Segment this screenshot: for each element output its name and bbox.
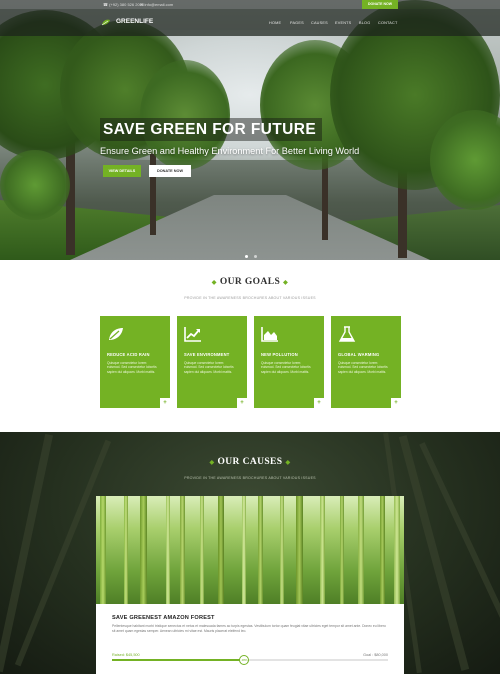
goal-title: REDUCE ACID RAIN xyxy=(107,352,150,357)
donation-progress-fill xyxy=(112,659,245,661)
donate-now-button[interactable]: DONATE NOW xyxy=(149,165,191,177)
slider-dot-1[interactable] xyxy=(245,255,248,258)
goal-card-reduce-acid-rain[interactable]: REDUCE ACID RAIN Quisque consectetur lor… xyxy=(100,316,170,408)
bamboo-stalk xyxy=(296,496,303,604)
goals-title: OUR GOALS xyxy=(219,277,281,287)
raised-amount: Raised: $45,500 xyxy=(112,653,140,657)
goal-text: Quisque consectetur lorem euismod. Sed c… xyxy=(261,361,311,374)
main-navbar: GREENLIFE HOME PAGES CAUSES EVENTS BLOG … xyxy=(0,9,500,36)
our-goals-section: ◆ OUR GOALS ◆ PROVIDE IN THE AWARENESS BRO… xyxy=(0,260,500,432)
donate-now-top-button[interactable]: DONATE NOW xyxy=(362,0,398,9)
goal-title: GLOBAL WARMING xyxy=(338,352,380,357)
bamboo-stalk xyxy=(124,496,128,604)
site-logo[interactable]: GREENLIFE xyxy=(116,18,153,25)
bamboo-stalk xyxy=(380,496,385,604)
bamboo-stalk xyxy=(180,496,185,604)
goal-amount: Goal : $80,000 xyxy=(363,653,388,657)
goal-text: Quisque consectetur lorem euismod. Sed c… xyxy=(338,361,388,374)
goal-card-save-environment[interactable]: SAVE ENVIRONMENT Quisque consectetur lor… xyxy=(177,316,247,408)
goal-title: SAVE ENVIRONMENT xyxy=(184,352,230,357)
slider-dots xyxy=(244,245,258,260)
nav-item-blog[interactable]: BLOG xyxy=(359,21,370,25)
causes-title: OUR CAUSES xyxy=(217,457,283,467)
slider-dot-2[interactable] xyxy=(254,255,258,258)
bamboo-stalk xyxy=(340,496,344,604)
area-chart-icon xyxy=(261,327,278,342)
plus-icon[interactable]: + xyxy=(391,398,401,408)
goal-text: Quisque consectetur lorem euismod. Sed c… xyxy=(107,361,157,374)
bamboo-stalk xyxy=(166,496,170,604)
cause-description: Pellentesque habitant morbi tristique se… xyxy=(112,624,386,633)
donation-progress-knob: 48% xyxy=(239,655,250,665)
nav-item-pages[interactable]: PAGES xyxy=(290,21,304,25)
plus-icon[interactable]: + xyxy=(237,398,247,408)
heading-ornament-icon: ◆ xyxy=(285,460,291,466)
bamboo-stalk xyxy=(140,496,147,604)
bamboo-stalk xyxy=(242,496,246,604)
email-text: info@email.com xyxy=(144,2,174,7)
goals-subtitle: PROVIDE IN THE AWARENESS BROCHURES ABOUT… xyxy=(184,296,316,300)
goal-card-new-pollution[interactable]: NEW POLLUTION Quisque consectetur lorem … xyxy=(254,316,324,408)
causes-subtitle: PROVIDE IN THE AWARENESS BROCHURES ABOUT… xyxy=(184,476,316,480)
leaf-icon xyxy=(109,328,123,340)
bamboo-stalk xyxy=(100,496,106,604)
cause-card[interactable]: SAVE GREENEST AMAZON FOREST Pellentesque… xyxy=(96,496,404,674)
heading-ornament-icon: ◆ xyxy=(209,460,215,466)
tree-trunk xyxy=(150,150,156,235)
causes-heading: ◆ OUR CAUSES ◆ xyxy=(0,457,500,467)
tree-canopy xyxy=(0,150,70,220)
plus-icon[interactable]: + xyxy=(314,398,324,408)
goal-card-global-warming[interactable]: GLOBAL WARMING Quisque consectetur lorem… xyxy=(331,316,401,408)
heading-ornament-icon: ◆ xyxy=(211,280,217,286)
plus-icon[interactable]: + xyxy=(160,398,170,408)
heading-ornament-icon: ◆ xyxy=(283,280,289,286)
hero-section: ☎ (+92) 380 526 2090 ✉ info@email.com DO… xyxy=(0,0,500,260)
nav-item-home[interactable]: HOME xyxy=(269,21,281,25)
goal-title: NEW POLLUTION xyxy=(261,352,298,357)
our-causes-section: ◆ OUR CAUSES ◆ PROVIDE IN THE AWARENESS BR… xyxy=(0,432,500,674)
bamboo-forest-image xyxy=(96,496,404,604)
cause-title[interactable]: SAVE GREENEST AMAZON FOREST xyxy=(112,615,215,621)
donation-progress-bar: 48% xyxy=(112,655,388,665)
email-info[interactable]: ✉ info@email.com xyxy=(140,2,173,7)
bamboo-stalk xyxy=(394,496,400,604)
bamboo-stalk xyxy=(200,496,204,604)
trend-up-icon xyxy=(184,327,201,342)
phone-info: ☎ (+92) 380 526 2090 xyxy=(103,2,145,7)
top-bar: ☎ (+92) 380 526 2090 ✉ info@email.com DO… xyxy=(0,0,500,9)
nav-item-causes[interactable]: CAUSES xyxy=(311,21,328,25)
bamboo-stalk xyxy=(258,496,263,604)
nav-item-contact[interactable]: CONTACT xyxy=(378,21,397,25)
flask-icon xyxy=(338,326,356,342)
goals-heading: ◆ OUR GOALS ◆ xyxy=(0,277,500,287)
goal-text: Quisque consectetur lorem euismod. Sed c… xyxy=(184,361,234,374)
phone-text: (+92) 380 526 2090 xyxy=(109,2,145,7)
leaf-logo-icon xyxy=(101,19,110,26)
hero-subtitle: Ensure Green and Healthy Environment For… xyxy=(100,146,360,156)
view-details-button[interactable]: VIEW DETAILS xyxy=(103,165,141,177)
bamboo-stalk xyxy=(280,496,284,604)
bamboo-stalk xyxy=(358,496,364,604)
nav-item-events[interactable]: EVENTS xyxy=(335,21,351,25)
hero-title: SAVE GREEN FOR FUTURE xyxy=(100,118,323,141)
bamboo-stalk xyxy=(320,496,325,604)
bamboo-stalk xyxy=(218,496,224,604)
